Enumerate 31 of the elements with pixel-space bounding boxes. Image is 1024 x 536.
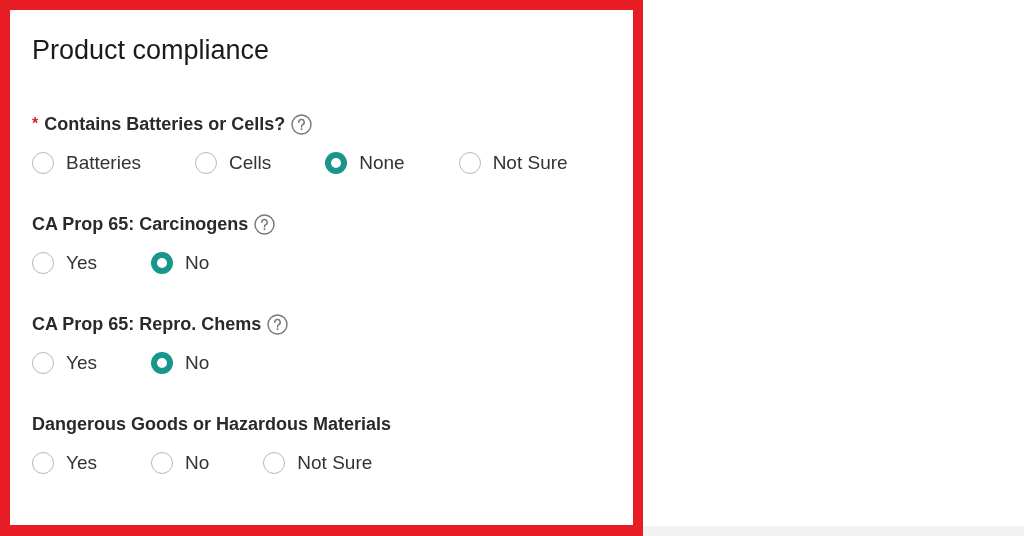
section-title: Product compliance [32, 34, 271, 66]
question-label: CA Prop 65: Repro. Chems [32, 313, 262, 335]
radio-button[interactable] [32, 352, 54, 374]
radio-button[interactable] [151, 452, 173, 474]
radio-button[interactable] [32, 452, 54, 474]
question-label: Dangerous Goods or Hazardous Materials [32, 413, 392, 435]
radio-option[interactable]: Yes [32, 452, 97, 474]
help-icon[interactable] [254, 213, 276, 235]
question-label: CA Prop 65: Carcinogens [32, 213, 249, 235]
radio-option[interactable]: Cells [195, 152, 272, 174]
radio-option[interactable]: Not Sure [263, 452, 373, 474]
radio-option[interactable]: Yes [32, 352, 97, 374]
radio-button[interactable] [151, 252, 173, 274]
required-marker: * [32, 115, 39, 133]
radio-button[interactable] [151, 352, 173, 374]
radio-option[interactable]: No [151, 352, 210, 374]
radio-button[interactable] [32, 252, 54, 274]
radio-option[interactable]: Yes [32, 252, 97, 274]
help-icon[interactable] [291, 113, 313, 135]
radio-button[interactable] [263, 452, 286, 474]
radio-button[interactable] [195, 152, 217, 174]
radio-option[interactable]: None [325, 152, 405, 174]
radio-option[interactable]: No [151, 452, 210, 474]
radio-button[interactable] [325, 152, 348, 174]
help-icon[interactable] [267, 313, 289, 335]
question-label: Contains Batteries or Cells? [44, 113, 286, 135]
radio-option[interactable]: No [151, 252, 210, 274]
radio-button[interactable] [32, 152, 54, 174]
radio-option[interactable]: Batteries [32, 152, 141, 174]
radio-button[interactable] [458, 152, 481, 174]
radio-option[interactable]: Not Sure [458, 152, 568, 174]
